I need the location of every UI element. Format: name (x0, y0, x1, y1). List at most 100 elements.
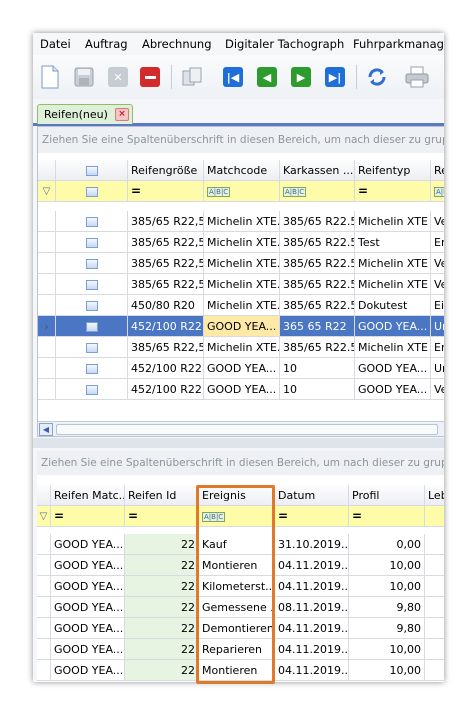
table-cell[interactable]: Michelin XTE 3 (355, 274, 431, 295)
table-cell[interactable]: 450/80 R20 (128, 295, 204, 316)
table-cell[interactable]: 22 (125, 597, 199, 618)
row-checkbox[interactable] (56, 232, 128, 253)
table-row[interactable]: GOOD YEA... 22 Kauf 31.10.2019... 0,00 (37, 534, 444, 555)
table-cell[interactable]: 22 (125, 555, 199, 576)
table-cell[interactable] (425, 660, 444, 681)
table-cell[interactable]: Ve (431, 211, 444, 232)
menu-abrechnung[interactable]: Abrechnung (142, 37, 212, 51)
table-cell[interactable]: Michelin XTE... (204, 337, 280, 358)
scrollbar-thumb[interactable] (56, 424, 438, 435)
table-cell[interactable]: GOOD YEA... (355, 379, 431, 400)
table-cell[interactable]: 22 (125, 576, 199, 597)
table-cell[interactable]: 9,80 (349, 597, 425, 618)
table-row[interactable]: › 452/100 R22 GOOD YEA... 365 65 R22 GOOD YE… (38, 316, 444, 337)
next-record-icon[interactable]: ▶ (287, 63, 315, 91)
filter-contains-icon[interactable]: A|B|C (204, 181, 280, 202)
table-row[interactable]: GOOD YEA... 22 Montieren 04.11.2019... 10,00 (37, 555, 444, 576)
column-header-re[interactable]: Re (431, 160, 444, 181)
table-cell[interactable]: 22 (125, 534, 199, 555)
table-row[interactable]: GOOD YEA... 22 Reparieren 04.11.2019... 10,0… (37, 639, 444, 660)
table-cell[interactable]: Michelin XTE... (204, 253, 280, 274)
table-cell[interactable]: 04.11.2019... (275, 576, 349, 597)
column-header-datum[interactable]: Datum (275, 485, 349, 506)
table-cell[interactable]: Kilometerst... (199, 576, 275, 597)
table-cell[interactable] (425, 576, 444, 597)
table-cell[interactable]: GOOD YEA... (51, 639, 125, 660)
new-document-icon[interactable] (36, 63, 64, 91)
table-cell[interactable]: 04.11.2019... (275, 555, 349, 576)
table-cell[interactable]: Michelin XTE... (204, 274, 280, 295)
row-checkbox[interactable] (56, 379, 128, 400)
table-cell[interactable]: Montieren (199, 555, 275, 576)
tab-reifen-neu[interactable]: Reifen(neu) × (37, 104, 133, 124)
table-cell[interactable]: GOOD YEA... (204, 358, 280, 379)
table-cell[interactable]: GOOD YEA... (51, 576, 125, 597)
filter-icon[interactable]: ▽ (37, 506, 51, 527)
table-row[interactable]: 385/65 R22,5 Michelin XTE... 385/65 R22.5 M… (38, 337, 444, 358)
table-cell[interactable]: Er (431, 232, 444, 253)
table-cell[interactable]: 385/65 R22.5 (280, 253, 355, 274)
table-cell[interactable]: Gemessene ... (199, 597, 275, 618)
table-cell[interactable]: 452/100 R22 (128, 316, 204, 337)
table-cell[interactable]: Kauf (199, 534, 275, 555)
table-row[interactable]: 452/100 R22GOOD YEA...10GOOD YEA...Ve (38, 379, 444, 400)
table-cell[interactable]: Montieren (199, 660, 275, 681)
column-header-leb[interactable]: Leb (425, 485, 444, 506)
tires-grid-horizontal-scrollbar[interactable]: ◀ (38, 421, 444, 436)
table-cell[interactable] (425, 534, 444, 555)
row-checkbox[interactable] (56, 316, 128, 337)
table-cell[interactable] (425, 555, 444, 576)
table-cell[interactable] (425, 597, 444, 618)
grid-splitter[interactable] (33, 438, 444, 448)
table-cell[interactable]: 08.11.2019... (275, 597, 349, 618)
table-cell[interactable]: Michelin XTE... (204, 295, 280, 316)
filter-equals-icon[interactable]: = (349, 506, 425, 527)
table-row[interactable]: GOOD YEA... 22 Montieren 04.11.2019... 10,00 (37, 660, 444, 681)
table-cell[interactable]: 04.11.2019... (275, 618, 349, 639)
table-cell[interactable]: 385/65 R22.5 (280, 274, 355, 295)
filter-icon[interactable]: ▽ (38, 181, 56, 202)
table-cell[interactable]: 385/65 R22,5 (128, 211, 204, 232)
table-cell[interactable]: 385/65 R22,5 (128, 337, 204, 358)
table-cell[interactable]: Ur (431, 316, 444, 337)
table-cell[interactable]: Ve (431, 274, 444, 295)
column-header-reifengroesse[interactable]: Reifengröße (128, 160, 204, 181)
table-cell[interactable]: 452/100 R22 (128, 358, 204, 379)
table-cell[interactable]: 31.10.2019... (275, 534, 349, 555)
table-cell[interactable]: 385/65 R22.5 (280, 232, 355, 253)
table-row[interactable]: 385/65 R22,5 Michelin XTE... 385/65 R22.5 M… (38, 253, 444, 274)
save-icon[interactable] (70, 63, 98, 91)
filter-equals-icon[interactable]: = (128, 181, 204, 202)
row-checkbox[interactable] (56, 211, 128, 232)
table-row[interactable]: GOOD YEA... 22 Gemessene ... 08.11.2019... 9… (37, 597, 444, 618)
table-cell[interactable]: Ur (431, 358, 444, 379)
table-cell[interactable]: Michelin XTE... (204, 211, 280, 232)
table-cell[interactable]: Dokutest (355, 295, 431, 316)
row-checkbox[interactable] (56, 253, 128, 274)
filter-equals-icon[interactable]: = (275, 506, 349, 527)
column-header-profil[interactable]: Profil (349, 485, 425, 506)
scroll-left-icon[interactable]: ◀ (39, 423, 53, 436)
group-by-area[interactable]: Ziehen Sie eine Spaltenüberschrift in di… (38, 127, 444, 153)
table-cell[interactable]: 365 65 R22 (280, 316, 355, 337)
first-record-icon[interactable]: |◀ (219, 63, 247, 91)
menu-digitaler-tachograph[interactable]: Digitaler Tachograph (225, 37, 344, 51)
column-header-reifen-matchcode[interactable]: Reifen Matc... (51, 485, 125, 506)
filter-equals-icon[interactable]: = (125, 506, 199, 527)
table-cell[interactable]: 22 (125, 618, 199, 639)
table-cell[interactable]: 385/65 R22.5 (280, 337, 355, 358)
column-header-ereignis[interactable]: Ereignis (199, 485, 275, 506)
table-cell[interactable]: 10,00 (349, 660, 425, 681)
table-cell[interactable]: GOOD YEA... (51, 660, 125, 681)
table-cell[interactable]: 10,00 (349, 555, 425, 576)
table-cell[interactable]: GOOD YEA... (51, 534, 125, 555)
column-header-karkassen[interactable]: Karkassen ... (280, 160, 355, 181)
table-cell[interactable]: 385/65 R22,5 (128, 274, 204, 295)
table-cell[interactable]: 10,00 (349, 576, 425, 597)
table-cell[interactable]: 22 (125, 660, 199, 681)
cancel-icon[interactable]: ✕ (104, 63, 132, 91)
column-header-reifentyp[interactable]: Reifentyp (355, 160, 431, 181)
filter-contains-icon[interactable]: A|B|C (199, 506, 275, 527)
print-icon[interactable] (403, 63, 431, 91)
last-record-icon[interactable]: ▶| (321, 63, 349, 91)
